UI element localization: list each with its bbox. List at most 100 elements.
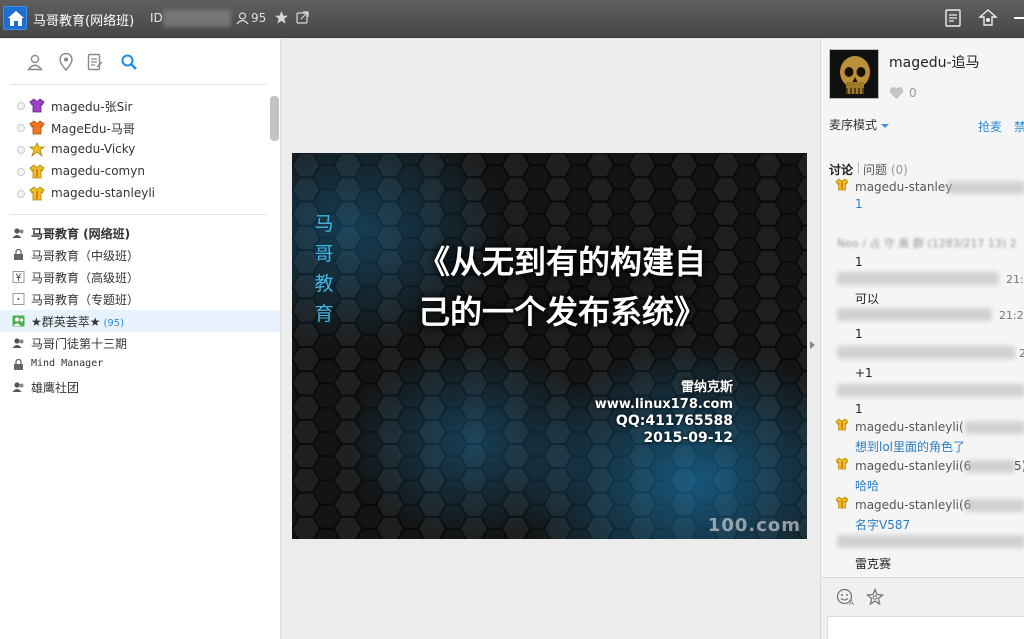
sidebar: magedu-张Sir MageEdu-马哥 magedu-Vicky mage…: [0, 39, 281, 639]
grab-mic-link[interactable]: 抢麦: [978, 118, 1002, 135]
lock-icon: [14, 249, 23, 260]
queue-mode-label: 麦序模式: [829, 118, 878, 132]
message-time: 2: [1019, 347, 1024, 360]
slide-author: 雷纳克斯: [680, 380, 733, 395]
redacted-text: [837, 272, 999, 285]
member-row[interactable]: magedu-comyn: [0, 161, 270, 183]
tab-discussion[interactable]: 讨论: [829, 161, 853, 178]
search-icon[interactable]: [120, 53, 138, 71]
presentation-slide: 马 哥 教 育 《从无到有的构建自 己的一个发布系统》 雷纳克斯 www.lin…: [292, 153, 807, 539]
group-name: 马哥门徒第十三期: [31, 337, 128, 351]
star-icon[interactable]: [274, 10, 289, 25]
message-time: 21:29: [999, 309, 1024, 322]
collapse-panel-arrow-icon[interactable]: [810, 341, 815, 349]
message-sender: magedu-stanleyli(6: [855, 498, 972, 512]
admin-badge-icon: [29, 98, 45, 113]
group-item-selected[interactable]: ★群英荟萃★ (95): [0, 310, 280, 332]
message-time: 21:2: [1006, 273, 1024, 286]
location-icon[interactable]: [58, 53, 74, 71]
tab-questions-count: (0): [890, 163, 908, 177]
message-text: 名字V587: [855, 518, 911, 532]
slide-vertical-title: 马 哥 教 育: [312, 209, 336, 329]
notes-icon[interactable]: [87, 53, 103, 71]
member-name: magedu-张Sir: [51, 100, 133, 114]
notes-icon[interactable]: [945, 9, 961, 27]
shield-icon[interactable]: [978, 8, 998, 28]
sidebar-toolbar: [10, 39, 266, 85]
group-item[interactable]: 马哥教育（中级班）: [0, 244, 280, 266]
skull-avatar-image: [830, 50, 878, 98]
message-text: 1: [855, 255, 863, 269]
member-name: magedu-Vicky: [51, 142, 136, 156]
chat-messages: magedu-stanley 1 Neo / 占 守 奥 群 (1283/217…: [821, 177, 1024, 577]
group-title: 马哥教育(网络班): [33, 14, 135, 29]
home-button[interactable]: [3, 6, 27, 30]
share-icon[interactable]: [296, 11, 309, 24]
redacted-text: [947, 181, 1024, 194]
status-dot: [17, 190, 25, 198]
video-area: 马 哥 教 育 《从无到有的构建自 己的一个发布系统》 雷纳克斯 www.lin…: [282, 39, 819, 639]
sticker-icon[interactable]: [866, 588, 884, 606]
redacted-text: [837, 384, 1024, 397]
group-item[interactable]: 马哥门徒第十三期: [0, 332, 280, 354]
message-input[interactable]: [827, 616, 1024, 639]
group-icon: [12, 382, 24, 392]
group-name: ★群英荟萃★ (95): [31, 313, 124, 330]
group-icon: [12, 228, 24, 238]
message-text: 哈哈: [855, 479, 880, 493]
group-name: 马哥教育 (网络班): [31, 227, 131, 241]
group-name: 雄鹰社团: [31, 381, 80, 395]
message-text: 雷克赛: [855, 557, 892, 571]
members-icon[interactable]: [26, 53, 44, 71]
member-row[interactable]: magedu-stanleyli: [0, 183, 270, 205]
group-item[interactable]: 马哥教育（专题班）: [0, 288, 280, 310]
group-item[interactable]: Mind Manager: [0, 354, 280, 376]
message-sender-suffix: 5): [1014, 459, 1024, 473]
id-label: ID: [150, 11, 163, 25]
queue-mode-dropdown[interactable]: 麦序模式: [829, 116, 890, 133]
slide-website: www.linux178.com: [594, 397, 733, 412]
slide-title-line1: 《从无到有的构建自: [417, 243, 706, 281]
member-row[interactable]: magedu-Vicky: [0, 139, 270, 161]
chat-panel: magedu-追马 0 麦序模式 抢麦 禁 讨论 问题 (0) magedu-s…: [820, 39, 1024, 639]
ban-link[interactable]: 禁: [1014, 118, 1024, 135]
message-text: 1: [855, 327, 863, 341]
title-bar: 马哥教育(网络班) ID 95: [0, 0, 1024, 38]
group-item[interactable]: 马哥教育 (网络班): [0, 222, 280, 244]
slide-title-line2: 己的一个发布系统》: [417, 293, 706, 331]
group-count: (95): [103, 318, 125, 329]
tab-questions-label: 问题: [863, 163, 888, 177]
emoji-icon[interactable]: A: [836, 588, 856, 606]
slide-qq: QQ:411765588: [615, 413, 733, 429]
message-text: 可以: [855, 292, 880, 306]
redacted-text: [837, 308, 992, 321]
admin-crown-icon: [835, 457, 849, 470]
heart-icon[interactable]: [889, 86, 904, 100]
member-row[interactable]: magedu-张Sir: [0, 95, 270, 117]
divider: [10, 214, 266, 215]
message-sender: Neo / 占 守 奥 群 (1283/217 13) 2: [837, 237, 1017, 250]
slide-vertical-char: 教: [314, 273, 334, 295]
person-icon: [236, 12, 249, 25]
minimize-icon: [1014, 17, 1024, 19]
admin-badge-icon: [29, 164, 45, 179]
group-green-icon: [12, 315, 25, 327]
group-name: 马哥教育（中级班）: [31, 249, 140, 263]
hexagon-background: [292, 153, 807, 539]
group-name: 马哥教育（高级班）: [31, 271, 140, 285]
group-item[interactable]: 雄鹰社团: [0, 376, 280, 398]
like-count: 0: [909, 86, 917, 100]
dot-icon: [12, 293, 25, 305]
scrollbar-thumb[interactable]: [270, 96, 279, 141]
message-text: 1: [855, 402, 863, 416]
chevron-down-icon: [881, 123, 890, 128]
member-count: 95: [251, 11, 267, 25]
member-row[interactable]: MageEdu-马哥: [0, 117, 270, 139]
minimize-button[interactable]: [1012, 8, 1024, 28]
status-dot: [17, 168, 25, 176]
member-name: magedu-comyn: [51, 164, 145, 178]
slide-vertical-char: 哥: [314, 243, 334, 265]
group-item[interactable]: 马哥教育（高级班）: [0, 266, 280, 288]
tab-questions[interactable]: 问题 (0): [863, 161, 908, 178]
host-avatar[interactable]: [829, 49, 879, 99]
